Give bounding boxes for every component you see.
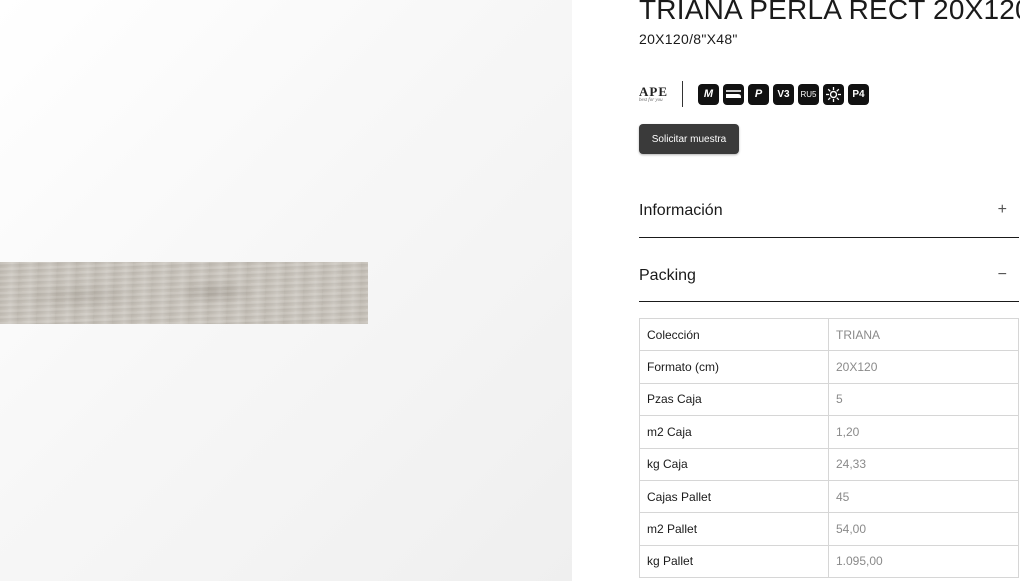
table-row: Pzas Caja 5 bbox=[639, 382, 1019, 417]
p4-icon: P4 bbox=[848, 83, 869, 105]
table-cell-key: m2 Pallet bbox=[639, 512, 829, 546]
table-cell-key: Formato (cm) bbox=[639, 350, 829, 384]
table-cell-value: 5 bbox=[828, 382, 1019, 417]
request-sample-button[interactable]: Solicitar muestra bbox=[639, 124, 739, 154]
table-row: Formato (cm) 20X120 bbox=[639, 350, 1019, 384]
minus-icon[interactable]: − bbox=[998, 266, 1007, 284]
table-cell-value: 45 bbox=[828, 479, 1019, 514]
table-row: Colección TRIANA bbox=[639, 317, 1019, 352]
badge-divider bbox=[682, 81, 683, 107]
table-cell-value: 20X120 bbox=[828, 350, 1019, 384]
certification-badges: APE best for you M P V3 RU5 P4 bbox=[639, 81, 873, 107]
accordion-packing[interactable]: Packing − bbox=[639, 255, 1019, 302]
v3-icon: V3 bbox=[773, 83, 794, 105]
ape-logo: APE best for you bbox=[639, 85, 673, 104]
product-title: TRIANA PERLA RECT 20X120 bbox=[639, 0, 1020, 25]
table-cell-value: TRIANA bbox=[828, 317, 1019, 352]
p-icon: P bbox=[748, 83, 769, 105]
table-cell-value: 24,33 bbox=[828, 447, 1019, 481]
frost-resistant-icon bbox=[823, 83, 844, 105]
plus-icon[interactable]: + bbox=[998, 201, 1007, 219]
table-row: Cajas Pallet 45 bbox=[639, 479, 1019, 514]
table-cell-key: kg Caja bbox=[639, 447, 829, 481]
m-icon: M bbox=[698, 83, 719, 105]
ru5-icon: RU5 bbox=[798, 83, 819, 105]
table-cell-value: 1,20 bbox=[828, 415, 1019, 449]
product-format: 20X120/8"X48" bbox=[639, 31, 738, 47]
tile-sample-image bbox=[0, 262, 368, 324]
table-cell-key: Pzas Caja bbox=[639, 382, 829, 417]
table-row: m2 Caja 1,20 bbox=[639, 415, 1019, 449]
packing-table: Colección TRIANA Formato (cm) 20X120 Pza… bbox=[639, 317, 1019, 579]
ape-logo-text: APE bbox=[639, 83, 668, 99]
product-image-area bbox=[0, 0, 572, 581]
table-cell-value: 54,00 bbox=[828, 512, 1019, 546]
table-cell-key: m2 Caja bbox=[639, 415, 829, 449]
table-cell-key: kg Pallet bbox=[639, 544, 829, 579]
table-row: kg Pallet 1.095,00 bbox=[639, 544, 1019, 579]
accordion-informacion-label: Información bbox=[639, 202, 723, 219]
accordion-packing-label: Packing bbox=[639, 267, 696, 284]
table-row: kg Caja 24,33 bbox=[639, 447, 1019, 481]
table-cell-key: Colección bbox=[639, 317, 829, 352]
accordion-informacion[interactable]: Información + bbox=[639, 190, 1019, 238]
table-cell-value: 1.095,00 bbox=[828, 544, 1019, 579]
table-row: m2 Pallet 54,00 bbox=[639, 512, 1019, 546]
table-cell-key: Cajas Pallet bbox=[639, 479, 829, 514]
ape-logo-tagline: best for you bbox=[639, 97, 663, 103]
rectified-edge-icon bbox=[723, 83, 744, 105]
